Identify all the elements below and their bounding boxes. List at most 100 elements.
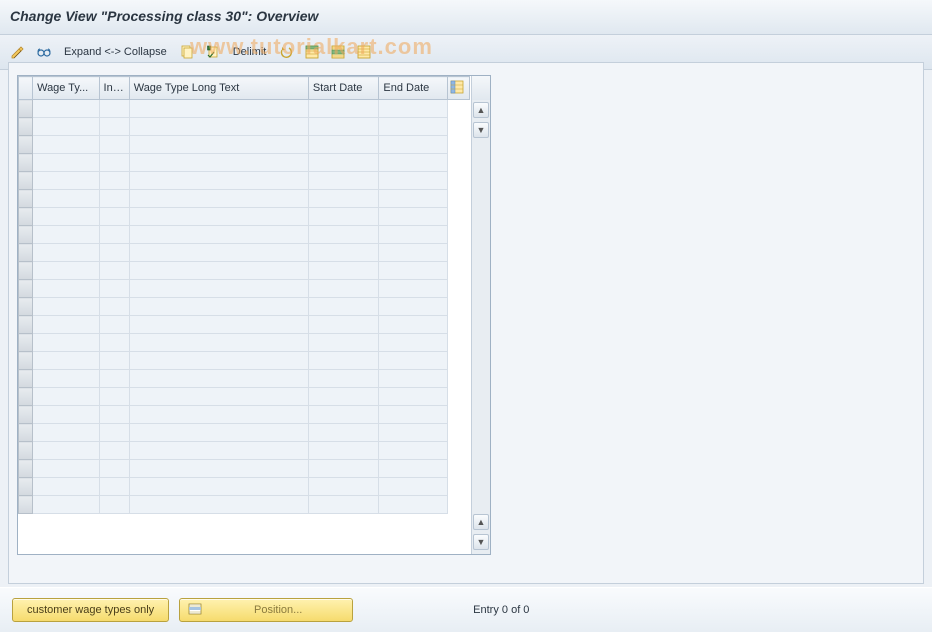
cell[interactable] bbox=[33, 352, 99, 370]
row-selector[interactable] bbox=[19, 172, 33, 190]
cell[interactable] bbox=[308, 352, 378, 370]
row-selector[interactable] bbox=[19, 424, 33, 442]
cell[interactable] bbox=[33, 208, 99, 226]
cell[interactable] bbox=[308, 244, 378, 262]
cell[interactable] bbox=[129, 100, 308, 118]
expand-collapse-button[interactable]: Expand <-> Collapse bbox=[60, 42, 171, 62]
cell[interactable] bbox=[308, 316, 378, 334]
cell[interactable] bbox=[33, 442, 99, 460]
cell[interactable] bbox=[379, 244, 447, 262]
cell[interactable] bbox=[129, 226, 308, 244]
toggle-change-button[interactable] bbox=[8, 42, 28, 62]
cell[interactable] bbox=[379, 424, 447, 442]
table-row[interactable] bbox=[19, 262, 470, 280]
cell[interactable] bbox=[308, 190, 378, 208]
position-button[interactable]: Position... bbox=[179, 598, 353, 622]
cell[interactable] bbox=[129, 208, 308, 226]
cell[interactable] bbox=[33, 478, 99, 496]
table-row[interactable] bbox=[19, 280, 470, 298]
cell[interactable] bbox=[129, 154, 308, 172]
cell[interactable] bbox=[33, 262, 99, 280]
cell[interactable] bbox=[33, 316, 99, 334]
cell[interactable] bbox=[129, 262, 308, 280]
row-selector[interactable] bbox=[19, 352, 33, 370]
table-row[interactable] bbox=[19, 118, 470, 136]
cell[interactable] bbox=[129, 298, 308, 316]
delete-button[interactable] bbox=[203, 42, 223, 62]
table-row[interactable] bbox=[19, 496, 470, 514]
cell[interactable] bbox=[308, 424, 378, 442]
cell[interactable] bbox=[308, 298, 378, 316]
column-row-selector[interactable] bbox=[19, 77, 33, 100]
undo-button[interactable] bbox=[276, 42, 296, 62]
cell[interactable] bbox=[99, 172, 129, 190]
cell[interactable] bbox=[33, 190, 99, 208]
cell[interactable] bbox=[99, 100, 129, 118]
cell[interactable] bbox=[129, 172, 308, 190]
cell[interactable] bbox=[99, 190, 129, 208]
table-row[interactable] bbox=[19, 424, 470, 442]
cell[interactable] bbox=[129, 352, 308, 370]
column-start-date[interactable]: Start Date bbox=[308, 77, 378, 100]
cell[interactable] bbox=[308, 460, 378, 478]
select-block-button[interactable] bbox=[328, 42, 348, 62]
cell[interactable] bbox=[308, 136, 378, 154]
table-row[interactable] bbox=[19, 406, 470, 424]
table-row[interactable] bbox=[19, 172, 470, 190]
table-row[interactable] bbox=[19, 334, 470, 352]
details-button[interactable] bbox=[34, 42, 54, 62]
cell[interactable] bbox=[379, 262, 447, 280]
table-row[interactable] bbox=[19, 154, 470, 172]
delimit-button[interactable]: Delimit bbox=[229, 42, 271, 62]
cell[interactable] bbox=[99, 226, 129, 244]
cell[interactable] bbox=[99, 370, 129, 388]
cell[interactable] bbox=[129, 136, 308, 154]
cell[interactable] bbox=[99, 442, 129, 460]
cell[interactable] bbox=[99, 406, 129, 424]
row-selector[interactable] bbox=[19, 460, 33, 478]
cell[interactable] bbox=[308, 100, 378, 118]
cell[interactable] bbox=[99, 334, 129, 352]
copy-button[interactable] bbox=[177, 42, 197, 62]
row-selector[interactable] bbox=[19, 442, 33, 460]
cell[interactable] bbox=[99, 388, 129, 406]
cell[interactable] bbox=[379, 154, 447, 172]
cell[interactable] bbox=[99, 316, 129, 334]
scroll-up-icon[interactable]: ▲ bbox=[473, 102, 489, 118]
cell[interactable] bbox=[379, 208, 447, 226]
row-selector[interactable] bbox=[19, 154, 33, 172]
table-row[interactable] bbox=[19, 136, 470, 154]
cell[interactable] bbox=[33, 460, 99, 478]
row-selector[interactable] bbox=[19, 280, 33, 298]
cell[interactable] bbox=[308, 478, 378, 496]
cell[interactable] bbox=[379, 190, 447, 208]
cell[interactable] bbox=[99, 154, 129, 172]
table-row[interactable] bbox=[19, 352, 470, 370]
row-selector[interactable] bbox=[19, 316, 33, 334]
cell[interactable] bbox=[33, 406, 99, 424]
cell[interactable] bbox=[99, 118, 129, 136]
cell[interactable] bbox=[33, 424, 99, 442]
cell[interactable] bbox=[99, 208, 129, 226]
cell[interactable] bbox=[379, 172, 447, 190]
cell[interactable] bbox=[308, 280, 378, 298]
cell[interactable] bbox=[129, 406, 308, 424]
cell[interactable] bbox=[308, 406, 378, 424]
scroll-down-icon[interactable]: ▼ bbox=[473, 122, 489, 138]
cell[interactable] bbox=[33, 172, 99, 190]
cell[interactable] bbox=[379, 316, 447, 334]
row-selector[interactable] bbox=[19, 208, 33, 226]
cell[interactable] bbox=[308, 442, 378, 460]
cell[interactable] bbox=[33, 388, 99, 406]
cell[interactable] bbox=[379, 370, 447, 388]
cell[interactable] bbox=[33, 298, 99, 316]
scroll-down2-icon[interactable]: ▼ bbox=[473, 534, 489, 550]
row-selector[interactable] bbox=[19, 262, 33, 280]
cell[interactable] bbox=[33, 100, 99, 118]
cell[interactable] bbox=[308, 118, 378, 136]
cell[interactable] bbox=[33, 244, 99, 262]
column-wage-type-long[interactable]: Wage Type Long Text bbox=[129, 77, 308, 100]
cell[interactable] bbox=[308, 172, 378, 190]
row-selector[interactable] bbox=[19, 478, 33, 496]
table-row[interactable] bbox=[19, 190, 470, 208]
